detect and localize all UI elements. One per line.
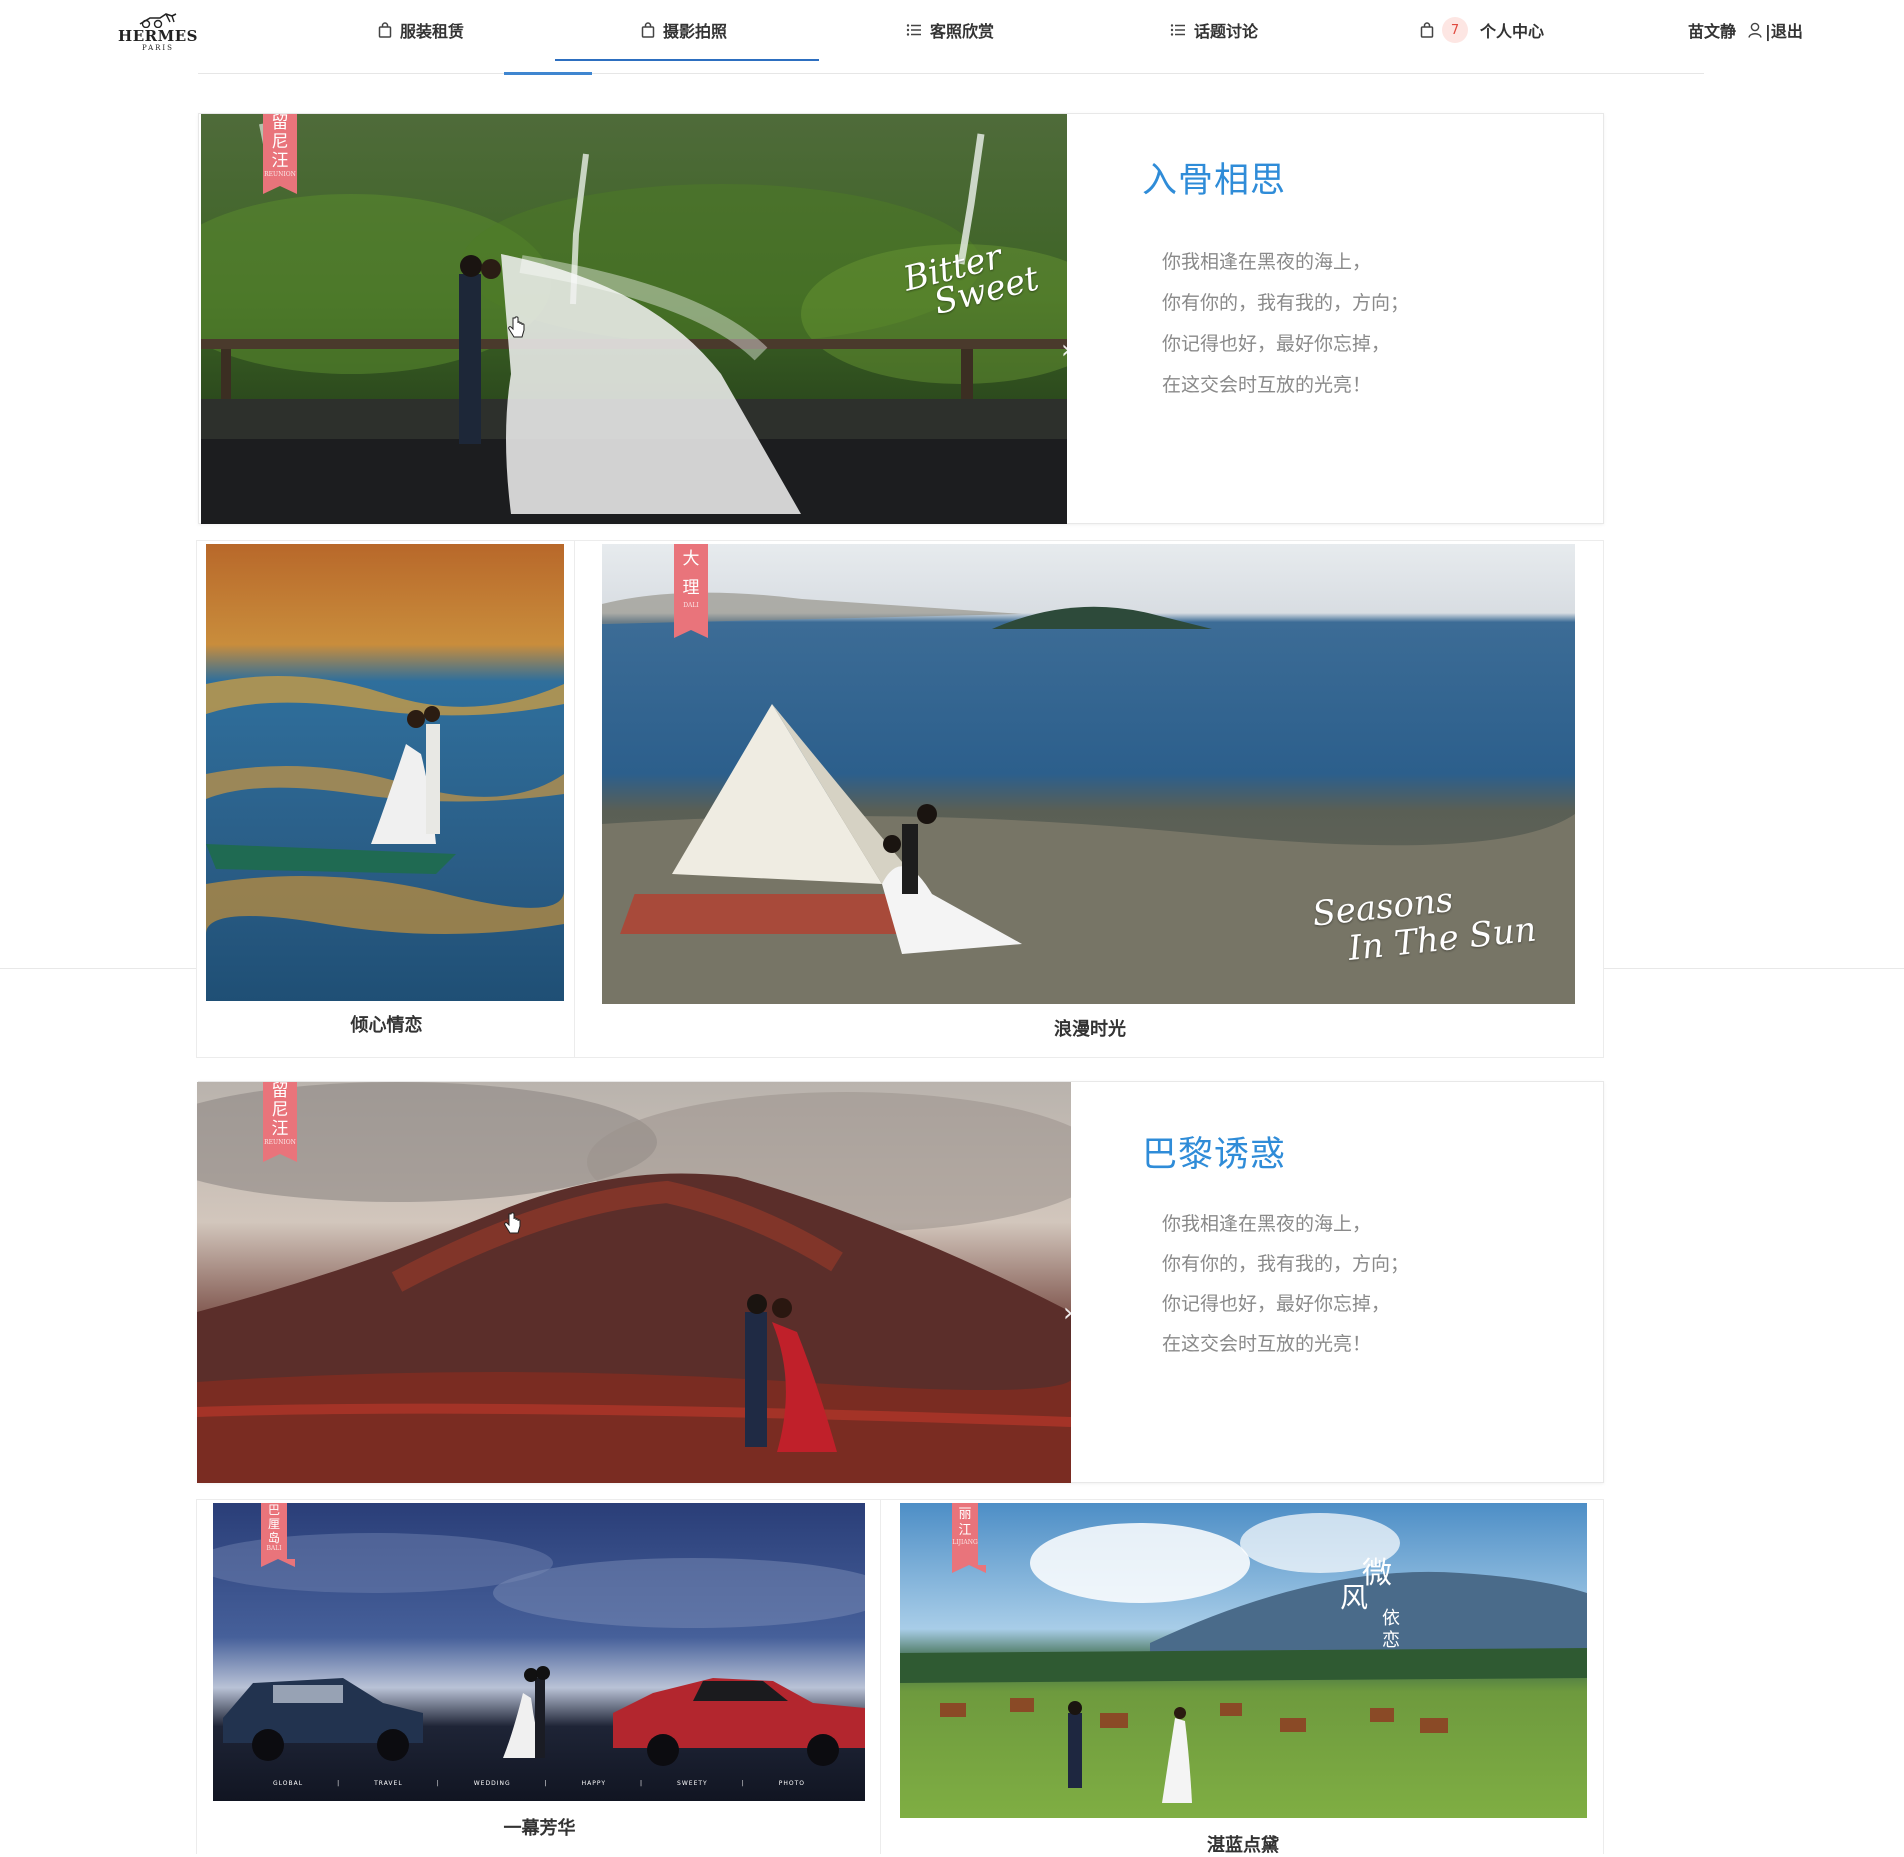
nav-topic-discussion[interactable]: 话题讨论 [1170,16,1258,44]
nav-photography[interactable]: 摄影拍照 [641,16,727,44]
feature-card[interactable]: 留尼汪 REUNION Bitter Sweet › 入骨相思 你我相逢在黑夜的海上… [198,113,1604,524]
photo-overlay-text: 微 风 依 恋 [1340,1556,1400,1651]
carriage-icon [139,13,177,28]
gallery-card[interactable]: 倾心情恋 [196,540,575,1058]
feature-line: 在这交会时互放的光亮！ [1162,1333,1372,1355]
card-photo[interactable]: 大理 DALI Seasons In The Sun [602,544,1575,1004]
waterfall-wedding-photo [201,114,1067,524]
card-caption: 一幕芳华 [503,1818,576,1839]
nav-label: 话题讨论 [1194,22,1259,41]
logout-link[interactable]: |退出 [1748,16,1803,44]
card-photo[interactable]: 丽江 LIJIANG 微 风 依 恋 [900,1503,1587,1818]
user-name[interactable]: 苗文静 [1688,16,1736,44]
feature-card[interactable]: 留尼汪 REUNION › 巴黎诱惑 你我相逢在黑夜的海上， 你有你的，我有我的，… [197,1081,1604,1483]
location-tag: 留尼汪 REUNION [263,1082,297,1162]
feature-line: 在这交会时互放的光亮！ [1162,374,1372,396]
cart-count-badge: 7 [1442,17,1468,43]
card-photo[interactable] [206,544,564,1001]
feature-photo[interactable]: 留尼汪 REUNION Bitter Sweet [201,114,1067,524]
gallery-card[interactable]: 丽江 LIJIANG 微 风 依 恋 湛蓝点黛 [880,1499,1604,1856]
feature-line: 你有你的，我有我的，方向； [1162,1253,1410,1275]
header-divider [198,73,1704,74]
feature-photo[interactable]: 留尼汪 REUNION [197,1082,1071,1483]
nav-label: 服装租赁 [400,22,465,41]
gallery-card[interactable]: 大理 DALI Seasons In The Sun 浪漫时光 [574,540,1604,1058]
list-icon [906,24,921,36]
feature-line: 你我相逢在黑夜的海上， [1162,1213,1372,1235]
nav-label: 客照欣赏 [930,22,995,41]
card-caption: 倾心情恋 [350,1015,423,1036]
next-slide-arrow-icon[interactable]: › [1063,1300,1073,1326]
list-icon [1170,24,1185,36]
nav-label: 个人中心 [1480,22,1545,41]
bag-icon [1420,22,1434,38]
brand-name: HERMES [118,27,198,45]
feature-line: 你记得也好，最好你忘掉， [1162,1293,1391,1315]
feature-line: 你记得也好，最好你忘掉， [1162,333,1391,355]
lake-boat-photo [206,544,564,1001]
active-nav-indicator [555,59,819,61]
location-tag: 丽江 LIJIANG [952,1503,986,1573]
card-caption: 浪漫时光 [1054,1019,1126,1040]
hand-cursor-icon [508,316,525,338]
logout-label: |退出 [1765,22,1803,41]
brand-logo[interactable]: HERMES PARIS [118,10,198,56]
feature-line: 你我相逢在黑夜的海上， [1162,251,1372,273]
hand-cursor-icon [504,1212,521,1234]
location-tag: 留尼汪 REUNION [263,114,297,194]
vintage-cars-photo [213,1503,865,1801]
gallery-card[interactable]: 巴厘岛 BALI GLOBAL | TRAVEL | WEDDING | HAPPY | SWEE… [196,1499,881,1854]
feature-title: 巴黎诱惑 [1142,1135,1287,1175]
location-tag: 大理 DALI [674,544,708,638]
brand-city: PARIS [142,44,174,52]
bag-icon [641,22,655,38]
location-tag: 巴厘岛 BALI [261,1503,295,1567]
meadow-cattle-photo [900,1503,1587,1818]
feature-line: 你有你的，我有我的，方向； [1162,292,1410,314]
feature-title: 入骨相思 [1142,161,1287,201]
nav-customer-gallery[interactable]: 客照欣赏 [906,16,994,44]
card-photo[interactable]: 巴厘岛 BALI GLOBAL | TRAVEL | WEDDING | HAPPY | SWEE… [213,1503,865,1801]
nav-label: 摄影拍照 [663,22,728,41]
user-icon [1748,22,1762,38]
photo-caption-strip: GLOBAL | TRAVEL | WEDDING | HAPPY | SWEETY | PHOTO [273,1780,805,1787]
nav-costume-rental[interactable]: 服装租赁 [378,16,464,44]
nav-personal-center[interactable]: 7 个人中心 [1420,16,1544,44]
bag-icon [378,22,392,38]
card-caption: 湛蓝点黛 [1207,1835,1279,1856]
next-slide-arrow-icon[interactable]: › [1061,337,1071,363]
volcano-couple-photo [197,1082,1071,1483]
header-divider-accent [504,72,592,75]
